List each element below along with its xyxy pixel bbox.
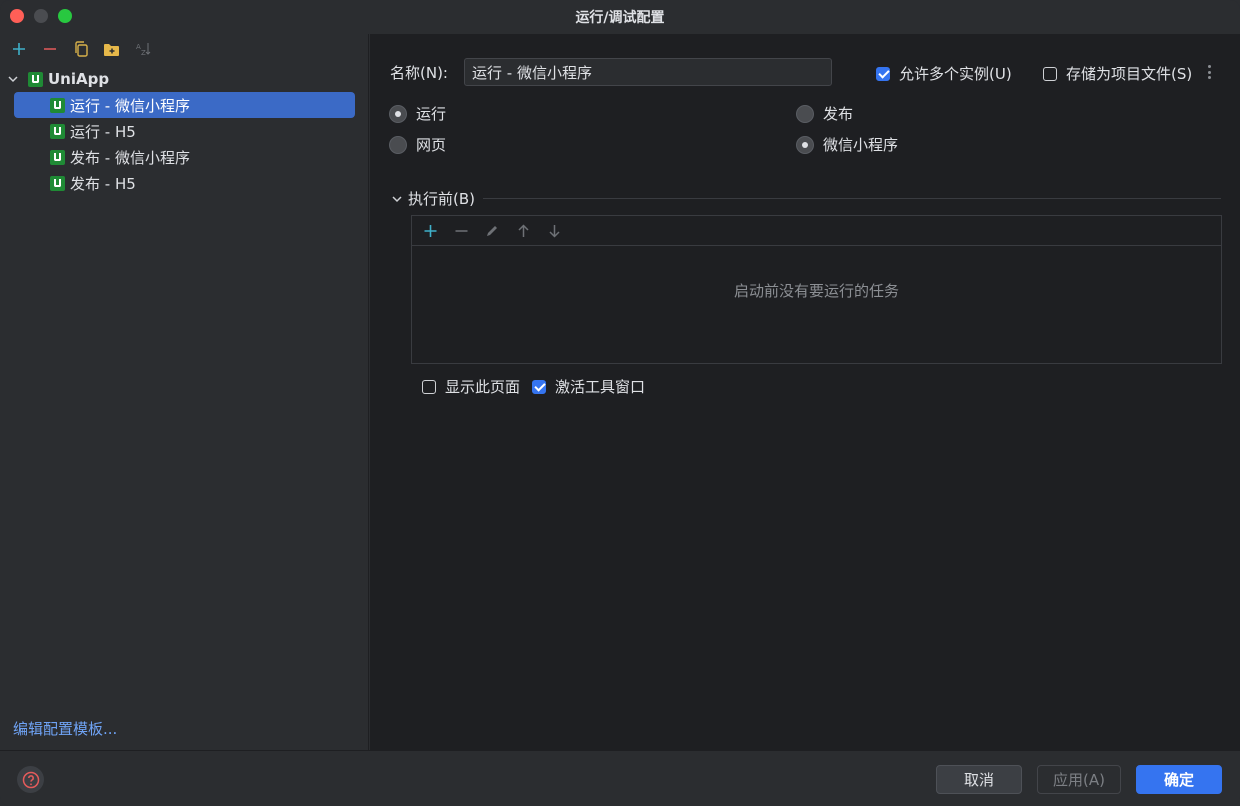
chevron-down-icon	[392, 195, 402, 202]
show-this-page-checkbox[interactable]: 显示此页面	[422, 376, 520, 397]
platform-wechat-radio[interactable]: 微信小程序	[796, 134, 898, 155]
radio-label: 运行	[416, 105, 447, 123]
before-launch-title: 执行前(B)	[408, 190, 475, 208]
chevron-down-icon[interactable]	[6, 72, 20, 86]
radio-button[interactable]	[389, 135, 407, 154]
radio-button[interactable]	[389, 104, 407, 123]
cancel-button[interactable]: 取消	[936, 765, 1022, 794]
copy-config-button[interactable]	[70, 40, 91, 58]
checkbox-label: 显示此页面	[445, 378, 521, 396]
maximize-window-button[interactable]	[58, 9, 72, 23]
before-launch-task-list[interactable]: 启动前没有要运行的任务	[411, 215, 1222, 364]
checkbox-label: 允许多个实例(U)	[899, 65, 1012, 83]
edit-config-templates-link[interactable]: 编辑配置模板...	[13, 718, 117, 739]
help-icon	[22, 771, 39, 788]
tree-item-run-wechat[interactable]: 运行 - 微信小程序	[14, 92, 355, 118]
tree-item-run-h5[interactable]: 运行 - H5	[14, 118, 355, 144]
allow-multiple-instances-checkbox[interactable]: 允许多个实例(U)	[876, 63, 1012, 84]
section-divider	[483, 198, 1221, 199]
config-detail-panel: 名称(N): 允许多个实例(U) 存储为项目文件(S) 运行 发布 网页 微信小…	[370, 34, 1240, 750]
window-title: 运行/调试配置	[575, 10, 665, 26]
uniapp-icon	[28, 71, 43, 87]
edit-pencil-icon[interactable]	[482, 223, 503, 239]
arrow-down-icon[interactable]	[544, 223, 565, 239]
radio-label: 发布	[823, 105, 854, 123]
tree-item-publish-h5[interactable]: 发布 - H5	[14, 170, 355, 196]
title-bar: 运行/调试配置	[0, 0, 1240, 34]
radio-button[interactable]	[796, 104, 814, 123]
uniapp-icon	[50, 175, 65, 191]
help-button[interactable]	[17, 766, 44, 793]
svg-text:Z: Z	[141, 49, 146, 57]
minus-icon	[43, 48, 56, 50]
config-name-input[interactable]	[464, 58, 832, 86]
close-window-button[interactable]	[10, 9, 24, 23]
mode-run-radio[interactable]: 运行	[389, 103, 446, 124]
copy-icon	[74, 41, 88, 57]
plus-icon[interactable]	[420, 223, 441, 239]
activate-tool-window-checkbox[interactable]: 激活工具窗口	[532, 376, 645, 397]
checkbox-box[interactable]	[1043, 66, 1057, 81]
plus-icon	[12, 43, 25, 55]
tree-root-label: UniApp	[48, 70, 110, 88]
tree-item-label: 运行 - 微信小程序	[70, 96, 190, 115]
minimize-window-button[interactable]	[34, 9, 48, 23]
add-config-button[interactable]	[8, 40, 29, 58]
tree-item-label: 运行 - H5	[70, 122, 136, 141]
uniapp-icon	[50, 123, 65, 139]
arrow-up-icon[interactable]	[513, 223, 534, 239]
before-launch-section-toggle[interactable]: 执行前(B)	[390, 188, 475, 209]
uniapp-icon	[50, 97, 65, 113]
folder-add-icon	[104, 43, 119, 56]
sort-button[interactable]: AZ	[132, 40, 153, 58]
name-label: 名称(N):	[390, 64, 448, 82]
task-list-toolbar	[412, 216, 1221, 246]
radio-button[interactable]	[796, 135, 814, 154]
mode-publish-radio[interactable]: 发布	[796, 103, 853, 124]
config-list-panel: AZ UniApp 运行 - 微信小程序 运行 - H5 发布 - 微信小程序	[0, 34, 369, 750]
tree-item-publish-wechat[interactable]: 发布 - 微信小程序	[14, 144, 355, 170]
radio-label: 网页	[416, 136, 447, 154]
window-controls	[10, 9, 72, 23]
sort-alpha-icon: AZ	[136, 43, 150, 57]
uniapp-icon	[50, 149, 65, 165]
checkbox-box[interactable]	[422, 379, 436, 394]
tree-item-label: 发布 - 微信小程序	[70, 148, 190, 167]
tree-root-uniapp[interactable]: UniApp	[0, 66, 369, 92]
config-tree: UniApp 运行 - 微信小程序 运行 - H5 发布 - 微信小程序 发布 …	[0, 66, 369, 196]
checkbox-label: 激活工具窗口	[555, 378, 646, 396]
run-debug-config-dialog: 运行/调试配置 AZ UniApp 运行 - 微信小程序 运行 - H5 发布 …	[0, 0, 1240, 806]
tree-item-label: 发布 - H5	[70, 174, 136, 193]
store-as-project-file-checkbox[interactable]: 存储为项目文件(S)	[1043, 63, 1192, 84]
radio-label: 微信小程序	[823, 136, 899, 154]
remove-config-button[interactable]	[39, 40, 60, 58]
platform-web-radio[interactable]: 网页	[389, 134, 446, 155]
checkbox-box[interactable]	[876, 66, 890, 81]
checkbox-label: 存储为项目文件(S)	[1066, 65, 1193, 83]
new-folder-button[interactable]	[101, 40, 122, 58]
ok-button[interactable]: 确定	[1136, 765, 1222, 794]
dialog-footer: 取消 应用(A) 确定	[0, 750, 1240, 806]
empty-tasks-message: 启动前没有要运行的任务	[733, 282, 899, 300]
minus-icon[interactable]	[451, 223, 472, 239]
config-list-toolbar: AZ	[8, 40, 153, 58]
checkbox-box[interactable]	[532, 379, 546, 394]
more-options-icon[interactable]	[1207, 65, 1211, 79]
apply-button[interactable]: 应用(A)	[1037, 765, 1121, 794]
